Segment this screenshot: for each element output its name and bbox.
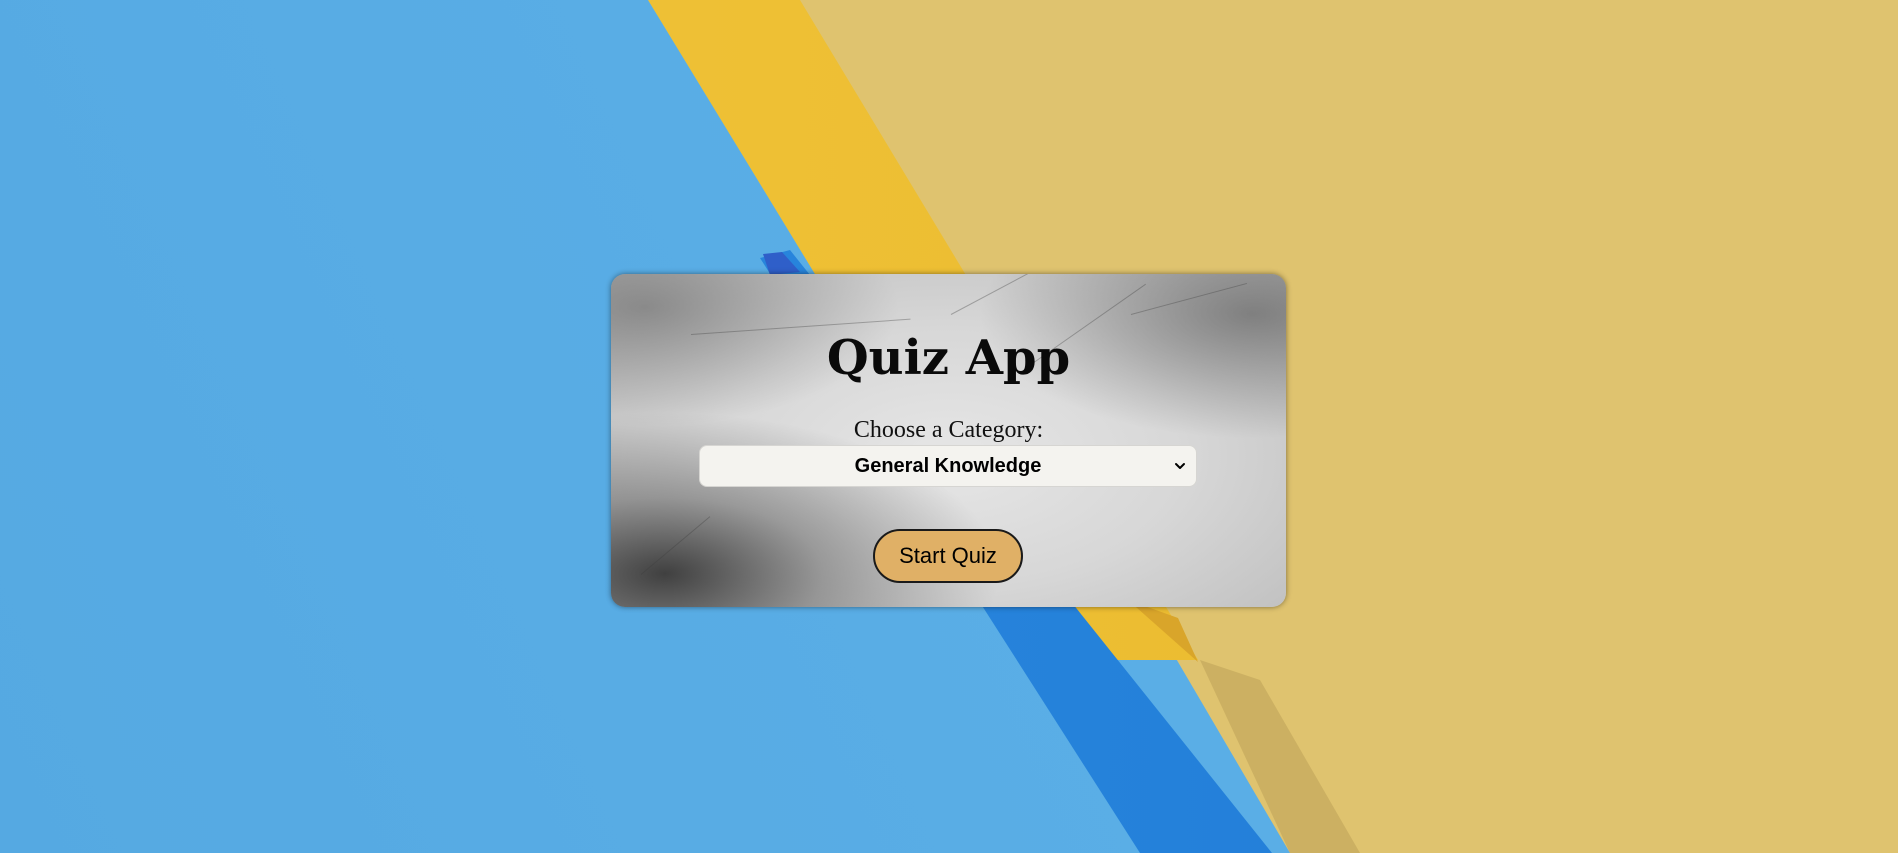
- start-quiz-button[interactable]: Start Quiz: [873, 529, 1023, 583]
- card-texture: [950, 274, 1093, 315]
- chevron-down-icon: [1173, 459, 1187, 473]
- card-texture: [640, 516, 711, 575]
- category-select[interactable]: General Knowledge: [699, 445, 1197, 487]
- category-label: Choose a Category:: [853, 417, 1044, 443]
- category-select-value: General Knowledge: [854, 454, 1042, 477]
- page-title: Quiz App: [826, 330, 1071, 386]
- card-texture: [1130, 282, 1248, 315]
- quiz-card: Quiz App Choose a Category: General Know…: [611, 274, 1286, 607]
